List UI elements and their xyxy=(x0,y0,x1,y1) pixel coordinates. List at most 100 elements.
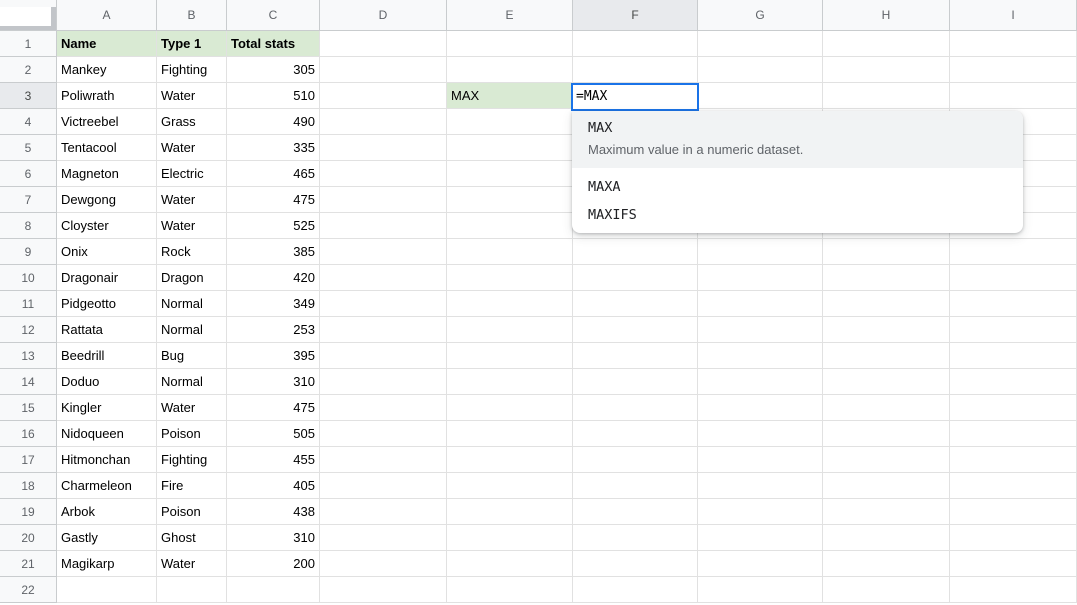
cell-C21[interactable]: 200 xyxy=(227,551,320,577)
cell-B21[interactable]: Water xyxy=(157,551,227,577)
cell-H11[interactable] xyxy=(823,291,950,317)
row-header-16[interactable]: 16 xyxy=(0,421,57,447)
cell-D21[interactable] xyxy=(320,551,447,577)
row-header-12[interactable]: 12 xyxy=(0,317,57,343)
cell-G9[interactable] xyxy=(698,239,823,265)
cell-C11[interactable]: 349 xyxy=(227,291,320,317)
cell-E12[interactable] xyxy=(447,317,573,343)
cell-E2[interactable] xyxy=(447,57,573,83)
cell-I21[interactable] xyxy=(950,551,1077,577)
cell-A19[interactable]: Arbok xyxy=(57,499,157,525)
cell-A15[interactable]: Kingler xyxy=(57,395,157,421)
cell-A12[interactable]: Rattata xyxy=(57,317,157,343)
cell-I22[interactable] xyxy=(950,577,1077,603)
row-header-15[interactable]: 15 xyxy=(0,395,57,421)
cell-A5[interactable]: Tentacool xyxy=(57,135,157,161)
cell-H20[interactable] xyxy=(823,525,950,551)
cell-H14[interactable] xyxy=(823,369,950,395)
cell-D5[interactable] xyxy=(320,135,447,161)
cell-E13[interactable] xyxy=(447,343,573,369)
cell-I10[interactable] xyxy=(950,265,1077,291)
cell-E19[interactable] xyxy=(447,499,573,525)
cell-E22[interactable] xyxy=(447,577,573,603)
cell-D10[interactable] xyxy=(320,265,447,291)
cell-C2[interactable]: 305 xyxy=(227,57,320,83)
cell-G19[interactable] xyxy=(698,499,823,525)
cell-B5[interactable]: Water xyxy=(157,135,227,161)
cell-H17[interactable] xyxy=(823,447,950,473)
cell-B19[interactable]: Poison xyxy=(157,499,227,525)
cell-D3[interactable] xyxy=(320,83,447,109)
cell-I2[interactable] xyxy=(950,57,1077,83)
cell-A14[interactable]: Doduo xyxy=(57,369,157,395)
cell-I17[interactable] xyxy=(950,447,1077,473)
cell-A3[interactable]: Poliwrath xyxy=(57,83,157,109)
cell-C15[interactable]: 475 xyxy=(227,395,320,421)
cell-I15[interactable] xyxy=(950,395,1077,421)
cell-B7[interactable]: Water xyxy=(157,187,227,213)
row-header-2[interactable]: 2 xyxy=(0,57,57,83)
cell-F17[interactable] xyxy=(573,447,698,473)
cell-I19[interactable] xyxy=(950,499,1077,525)
cell-E8[interactable] xyxy=(447,213,573,239)
row-header-20[interactable]: 20 xyxy=(0,525,57,551)
cell-A9[interactable]: Onix xyxy=(57,239,157,265)
cell-A18[interactable]: Charmeleon xyxy=(57,473,157,499)
cell-C16[interactable]: 505 xyxy=(227,421,320,447)
cell-B2[interactable]: Fighting xyxy=(157,57,227,83)
cell-H2[interactable] xyxy=(823,57,950,83)
cell-F13[interactable] xyxy=(573,343,698,369)
cell-E5[interactable] xyxy=(447,135,573,161)
cell-E15[interactable] xyxy=(447,395,573,421)
cell-D16[interactable] xyxy=(320,421,447,447)
cell-A8[interactable]: Cloyster xyxy=(57,213,157,239)
cell-H19[interactable] xyxy=(823,499,950,525)
cell-I20[interactable] xyxy=(950,525,1077,551)
cell-C9[interactable]: 385 xyxy=(227,239,320,265)
column-header-E[interactable]: E xyxy=(447,0,573,31)
cell-C22[interactable] xyxy=(227,577,320,603)
cell-H13[interactable] xyxy=(823,343,950,369)
cell-E10[interactable] xyxy=(447,265,573,291)
cell-D19[interactable] xyxy=(320,499,447,525)
select-all-corner[interactable] xyxy=(0,0,57,31)
column-header-B[interactable]: B xyxy=(157,0,227,31)
cell-B18[interactable]: Fire xyxy=(157,473,227,499)
cell-I16[interactable] xyxy=(950,421,1077,447)
row-header-8[interactable]: 8 xyxy=(0,213,57,239)
cell-A7[interactable]: Dewgong xyxy=(57,187,157,213)
column-header-A[interactable]: A xyxy=(57,0,157,31)
cell-C10[interactable]: 420 xyxy=(227,265,320,291)
cell-B13[interactable]: Bug xyxy=(157,343,227,369)
row-header-11[interactable]: 11 xyxy=(0,291,57,317)
cell-B10[interactable]: Dragon xyxy=(157,265,227,291)
cell-G15[interactable] xyxy=(698,395,823,421)
cell-A2[interactable]: Mankey xyxy=(57,57,157,83)
cell-B11[interactable]: Normal xyxy=(157,291,227,317)
cell-E11[interactable] xyxy=(447,291,573,317)
formula-edit-cell[interactable]: =MAX xyxy=(571,83,699,111)
row-header-7[interactable]: 7 xyxy=(0,187,57,213)
cell-H12[interactable] xyxy=(823,317,950,343)
cell-F10[interactable] xyxy=(573,265,698,291)
column-header-F[interactable]: F xyxy=(573,0,698,31)
row-header-22[interactable]: 22 xyxy=(0,577,57,603)
cell-G12[interactable] xyxy=(698,317,823,343)
cell-D20[interactable] xyxy=(320,525,447,551)
row-header-4[interactable]: 4 xyxy=(0,109,57,135)
cell-E21[interactable] xyxy=(447,551,573,577)
cell-I1[interactable] xyxy=(950,31,1077,57)
cell-F1[interactable] xyxy=(573,31,698,57)
cell-B15[interactable]: Water xyxy=(157,395,227,421)
cell-F9[interactable] xyxy=(573,239,698,265)
cell-E9[interactable] xyxy=(447,239,573,265)
cell-I9[interactable] xyxy=(950,239,1077,265)
cell-B6[interactable]: Electric xyxy=(157,161,227,187)
cell-C7[interactable]: 475 xyxy=(227,187,320,213)
row-header-14[interactable]: 14 xyxy=(0,369,57,395)
cell-A21[interactable]: Magikarp xyxy=(57,551,157,577)
cell-G10[interactable] xyxy=(698,265,823,291)
cell-F19[interactable] xyxy=(573,499,698,525)
cell-F2[interactable] xyxy=(573,57,698,83)
cell-A22[interactable] xyxy=(57,577,157,603)
